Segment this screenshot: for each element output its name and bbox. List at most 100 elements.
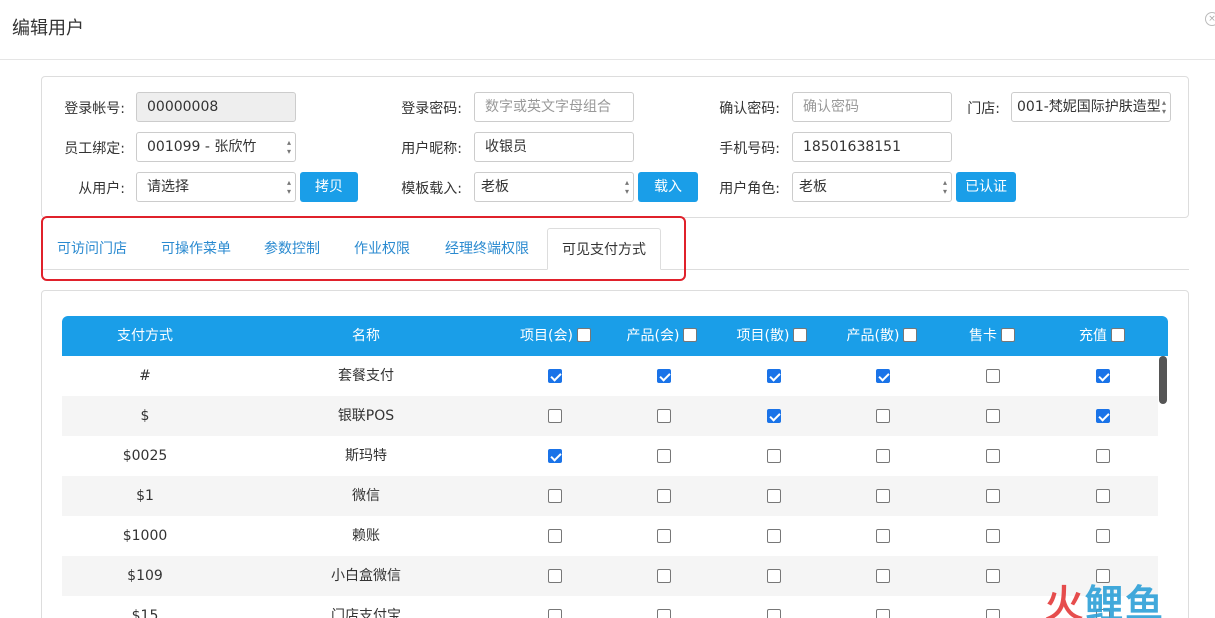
column-header-card-sale: 售卡 xyxy=(937,316,1047,356)
unchecked-checkbox[interactable] xyxy=(548,569,562,583)
employee-select[interactable]: 001099 - 张欣竹 xyxy=(136,132,296,162)
checkbox-cell xyxy=(863,596,903,618)
dialog-header: 编辑用户 × xyxy=(0,0,1215,60)
column-header-product-member: 产品(会) xyxy=(607,316,717,356)
unchecked-checkbox[interactable] xyxy=(876,609,890,618)
payment-name-cell: 赖账 xyxy=(352,528,380,544)
checked-checkbox[interactable] xyxy=(1096,369,1110,383)
checkbox-cell xyxy=(754,596,794,618)
unchecked-checkbox[interactable] xyxy=(548,609,562,618)
unchecked-checkbox[interactable] xyxy=(767,569,781,583)
template-select[interactable]: 老板 xyxy=(474,172,634,202)
unchecked-checkbox[interactable] xyxy=(767,529,781,543)
unchecked-checkbox[interactable] xyxy=(1096,489,1110,503)
checkbox-cell xyxy=(644,596,684,618)
phone-input[interactable]: 18501638151 xyxy=(792,132,952,162)
payment-name-cell: 门店支付宝 xyxy=(331,608,401,618)
unchecked-checkbox[interactable] xyxy=(548,529,562,543)
payment-name-cell: 斯玛特 xyxy=(345,448,387,464)
checkbox-cell xyxy=(1083,436,1123,476)
checked-checkbox[interactable] xyxy=(876,369,890,383)
close-icon[interactable]: × xyxy=(1205,12,1215,26)
payment-name-cell: 小白盒微信 xyxy=(331,568,401,584)
checked-checkbox[interactable] xyxy=(767,409,781,423)
checked-checkbox[interactable] xyxy=(767,369,781,383)
checkbox-cell xyxy=(535,356,575,396)
unchecked-checkbox[interactable] xyxy=(986,529,1000,543)
column-header-product-walkin: 产品(散) xyxy=(827,316,937,356)
checkbox-cell xyxy=(754,516,794,556)
unchecked-checkbox[interactable] xyxy=(986,409,1000,423)
scrollbar-thumb[interactable] xyxy=(1159,356,1167,404)
unchecked-checkbox[interactable] xyxy=(657,609,671,618)
unchecked-checkbox[interactable] xyxy=(1096,449,1110,463)
unchecked-checkbox[interactable] xyxy=(876,529,890,543)
employee-label: 员工绑定: xyxy=(64,141,125,157)
unchecked-checkbox[interactable] xyxy=(657,489,671,503)
unchecked-checkbox[interactable] xyxy=(986,369,1000,383)
checkbox-cell xyxy=(644,476,684,516)
payment-code-cell: $1 xyxy=(136,488,154,504)
table-row: $0025 斯玛特 xyxy=(62,436,1158,476)
unchecked-checkbox[interactable] xyxy=(986,449,1000,463)
select-all-checkbox[interactable] xyxy=(1001,327,1015,342)
dialog-title: 编辑用户 xyxy=(12,18,84,39)
table-header: 支付方式 名称 项目(会) 产品(会) 项目(散) 产品(散) 售卡 充值 xyxy=(62,316,1168,356)
unchecked-checkbox[interactable] xyxy=(986,609,1000,618)
from-user-label: 从用户: xyxy=(78,181,125,197)
checked-checkbox[interactable] xyxy=(1096,409,1110,423)
unchecked-checkbox[interactable] xyxy=(767,609,781,618)
from-user-select[interactable]: 请选择 xyxy=(136,172,296,202)
checkbox-cell xyxy=(1083,476,1123,516)
unchecked-checkbox[interactable] xyxy=(986,569,1000,583)
load-button[interactable]: 载入 xyxy=(638,172,698,202)
select-all-checkbox[interactable] xyxy=(793,327,808,342)
store-select[interactable]: 001-梵妮国际护肤造型 xyxy=(1011,92,1171,122)
unchecked-checkbox[interactable] xyxy=(876,409,890,423)
copy-button[interactable]: 拷贝 xyxy=(300,172,358,202)
checked-checkbox[interactable] xyxy=(548,369,562,383)
table-row: $ 银联POS xyxy=(62,396,1158,436)
table-row: $1 微信 xyxy=(62,476,1158,516)
unchecked-checkbox[interactable] xyxy=(657,449,671,463)
unchecked-checkbox[interactable] xyxy=(876,489,890,503)
payment-name-cell: 套餐支付 xyxy=(338,368,394,384)
unchecked-checkbox[interactable] xyxy=(548,489,562,503)
nickname-input[interactable]: 收银员 xyxy=(474,132,634,162)
select-all-checkbox[interactable] xyxy=(576,327,591,342)
table-row: # 套餐支付 xyxy=(62,356,1158,396)
role-select[interactable]: 老板 xyxy=(792,172,952,202)
login-account-label: 登录帐号: xyxy=(64,101,125,117)
unchecked-checkbox[interactable] xyxy=(876,569,890,583)
checkbox-cell xyxy=(863,556,903,596)
unchecked-checkbox[interactable] xyxy=(548,409,562,423)
payment-code-cell: $ xyxy=(140,408,150,424)
checked-checkbox[interactable] xyxy=(657,369,671,383)
select-all-checkbox[interactable] xyxy=(903,327,918,342)
select-all-checkbox[interactable] xyxy=(1111,327,1125,342)
unchecked-checkbox[interactable] xyxy=(657,529,671,543)
checkbox-cell xyxy=(1083,516,1123,556)
payment-code-cell: # xyxy=(139,368,151,384)
confirm-password-label: 确认密码: xyxy=(719,101,780,117)
unchecked-checkbox[interactable] xyxy=(767,449,781,463)
checkbox-cell xyxy=(1083,396,1123,436)
unchecked-checkbox[interactable] xyxy=(657,569,671,583)
checkbox-cell xyxy=(644,516,684,556)
unchecked-checkbox[interactable] xyxy=(1096,529,1110,543)
login-password-input[interactable]: 数字或英文字母组合 xyxy=(474,92,634,122)
checked-checkbox[interactable] xyxy=(548,449,562,463)
unchecked-checkbox[interactable] xyxy=(876,449,890,463)
verified-button[interactable]: 已认证 xyxy=(956,172,1016,202)
checkbox-cell xyxy=(863,356,903,396)
unchecked-checkbox[interactable] xyxy=(657,409,671,423)
watermark-logo: 火鲤鱼 xyxy=(1045,582,1166,618)
unchecked-checkbox[interactable] xyxy=(767,489,781,503)
checkbox-cell xyxy=(535,556,575,596)
checkbox-cell xyxy=(863,476,903,516)
checkbox-cell xyxy=(754,476,794,516)
select-all-checkbox[interactable] xyxy=(683,327,698,342)
checkbox-cell xyxy=(1083,356,1123,396)
unchecked-checkbox[interactable] xyxy=(986,489,1000,503)
checkbox-cell xyxy=(863,516,903,556)
